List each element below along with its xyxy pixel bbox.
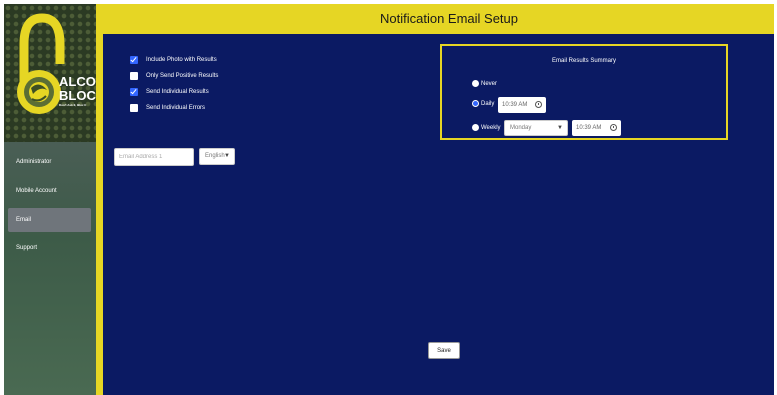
option-send-individual-errors[interactable]: Send Individual Errors	[130, 102, 205, 114]
save-button[interactable]: Save	[428, 342, 460, 359]
radio-label-weekly: Weekly	[481, 124, 501, 131]
summary-title: Email Results Summary	[551, 58, 616, 64]
logo-area: ALCO BLOC Don't Ask It, Bloc It	[4, 4, 96, 142]
clock-icon	[535, 101, 542, 108]
email-address-input[interactable]	[114, 148, 194, 166]
frequency-daily[interactable]: Daily	[472, 100, 494, 107]
header-bar: Notification Email Setup	[96, 4, 774, 34]
weekly-day-select[interactable]: Monday ▼	[504, 120, 568, 136]
accent-border	[96, 4, 103, 395]
frequency-weekly[interactable]: Weekly	[472, 124, 501, 131]
option-only-positive[interactable]: Only Send Positive Results	[130, 70, 218, 82]
option-include-photo[interactable]: Include Photo with Results	[130, 54, 217, 66]
chevron-down-icon: ▼	[557, 125, 563, 131]
option-send-individual-results[interactable]: Send Individual Results	[130, 86, 209, 98]
page-title: Notification Email Setup	[379, 11, 518, 26]
frequency-never[interactable]: Never	[472, 80, 497, 87]
logo-tagline: Don't Ask It, Bloc It	[59, 103, 87, 107]
language-select[interactable]: English ▼	[199, 148, 235, 165]
radio-label-daily: Daily	[481, 100, 495, 107]
radio-label-never: Never	[481, 80, 498, 87]
checkbox-include-photo[interactable]	[130, 56, 138, 64]
app-window: ALCO BLOC Don't Ask It, Bloc It Administ…	[4, 4, 774, 395]
option-label: Only Send Positive Results	[146, 73, 219, 79]
sidebar: ALCO BLOC Don't Ask It, Bloc It Administ…	[4, 4, 96, 395]
weekly-time-value: 10:39 AM	[576, 125, 602, 131]
option-label: Send Individual Results	[146, 89, 209, 95]
logo-text: ALCO BLOC Don't Ask It, Bloc It	[59, 74, 96, 108]
weekly-time-input[interactable]: 10:39 AM	[572, 120, 621, 136]
checkbox-send-individual-results[interactable]	[130, 88, 138, 96]
daily-time-value: 10:39 AM	[502, 102, 528, 108]
checkbox-send-individual-errors[interactable]	[130, 104, 138, 112]
radio-daily[interactable]	[472, 100, 479, 107]
sidebar-item-email[interactable]: Email	[8, 208, 91, 232]
alcobloc-logo	[17, 13, 65, 114]
language-value: English	[205, 153, 225, 159]
email-results-summary-panel: Email Results Summary Never Daily 10:39 …	[440, 44, 728, 140]
checkbox-only-positive[interactable]	[130, 72, 138, 80]
clock-icon	[610, 124, 617, 131]
logo-line-1: ALCO	[59, 74, 96, 89]
option-label: Include Photo with Results	[146, 57, 217, 63]
daily-time-input[interactable]: 10:39 AM	[498, 97, 546, 113]
radio-never[interactable]	[472, 80, 479, 87]
radio-weekly[interactable]	[472, 124, 479, 131]
sidebar-item-support[interactable]: Support	[8, 236, 91, 260]
sidebar-item-mobile-account[interactable]: Mobile Account	[8, 179, 91, 203]
sidebar-item-administrator[interactable]: Administrator	[8, 150, 91, 174]
weekly-day-value: Monday	[510, 125, 532, 131]
chevron-down-icon: ▼	[224, 153, 230, 159]
logo-line-2: BLOC	[59, 88, 96, 103]
option-label: Send Individual Errors	[146, 105, 206, 111]
